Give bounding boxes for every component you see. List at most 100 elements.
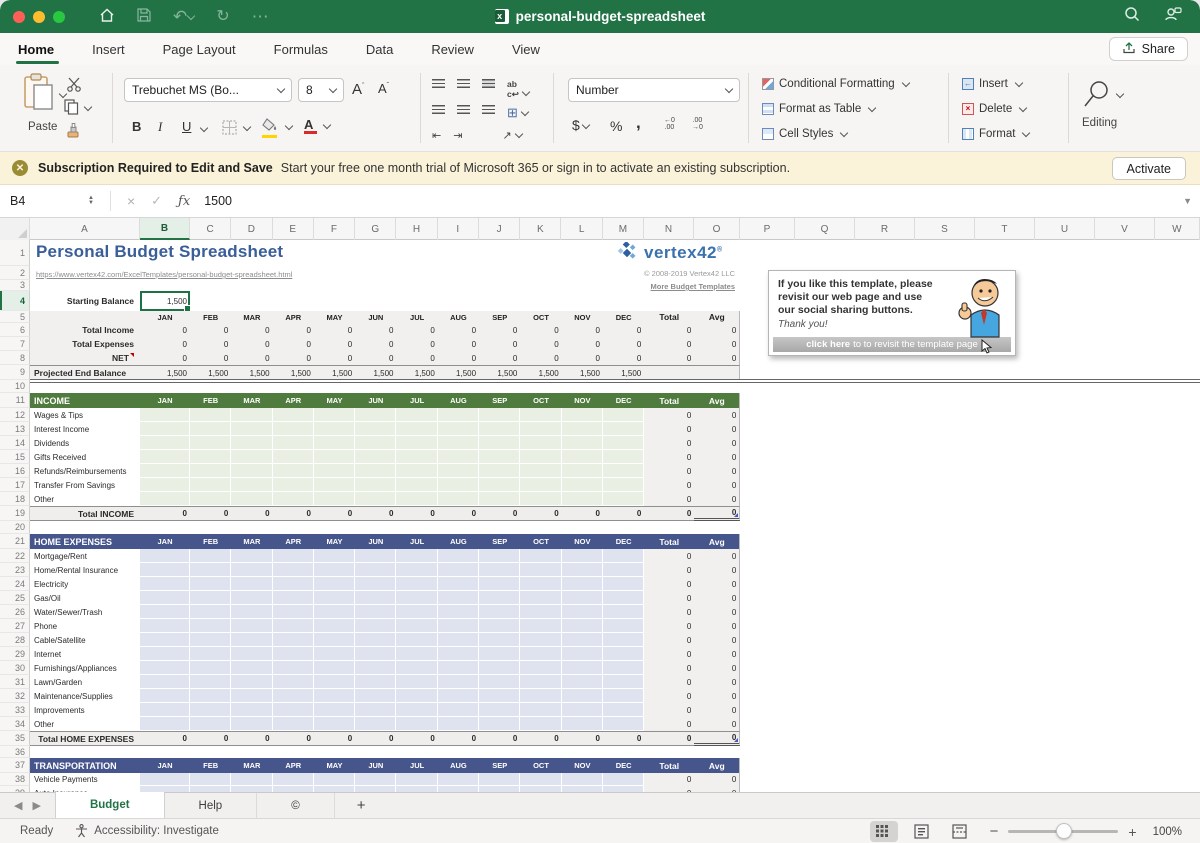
summary-cell[interactable]: 0 (562, 323, 603, 337)
item-cell[interactable] (140, 717, 190, 731)
item-avg[interactable]: 0 (694, 478, 740, 492)
item-avg[interactable]: 0 (694, 591, 740, 605)
row-header-3[interactable]: 3 (0, 280, 30, 291)
row-header-35[interactable]: 35 (0, 731, 30, 746)
item-cell[interactable] (396, 689, 437, 703)
projected-cell[interactable]: 1,500 (520, 365, 561, 380)
item-avg[interactable]: 0 (694, 717, 740, 731)
decrease-indent-icon[interactable]: ⇤ (432, 129, 441, 142)
cut-icon[interactable] (66, 77, 82, 97)
column-header-T[interactable]: T (975, 218, 1035, 240)
item-cell[interactable] (520, 717, 561, 731)
row-header-38[interactable]: 38 (0, 773, 30, 786)
column-header-B[interactable]: B (140, 218, 190, 240)
tab-insert[interactable]: Insert (73, 33, 144, 65)
item-total[interactable]: 0 (644, 703, 694, 717)
underline-button[interactable]: U (182, 119, 191, 134)
column-header-J[interactable]: J (479, 218, 520, 240)
summary-cell[interactable]: 0 (273, 323, 314, 337)
section-month-header[interactable]: DEC (603, 393, 644, 408)
item-label[interactable]: Phone (30, 619, 140, 633)
sheet-nav-left-icon[interactable]: ◀ (14, 799, 22, 812)
item-cell[interactable] (562, 492, 603, 506)
item-cell[interactable] (479, 464, 520, 478)
section-month-header[interactable]: MAY (314, 534, 355, 549)
month-header-jul[interactable]: JUL (396, 311, 437, 323)
section-month-header[interactable]: FEB (190, 758, 231, 773)
item-cell[interactable] (603, 605, 644, 619)
name-box-stepper[interactable]: ▲▼ (88, 196, 94, 206)
column-header-G[interactable]: G (355, 218, 396, 240)
item-cell[interactable] (273, 563, 314, 577)
insert-cells-button[interactable]: ← Insert (962, 78, 1022, 90)
row-header-37[interactable]: 37 (0, 758, 30, 773)
month-header-sep[interactable]: SEP (479, 311, 520, 323)
item-cell[interactable] (190, 633, 231, 647)
item-cell[interactable] (396, 717, 437, 731)
item-cell[interactable] (190, 591, 231, 605)
section-total-label[interactable]: Total INCOME (30, 506, 140, 521)
summary-cell[interactable]: 0 (562, 337, 603, 351)
close-window-button[interactable] (13, 11, 25, 23)
section-month-header[interactable]: MAY (314, 393, 355, 408)
decrease-font-size-button[interactable]: Aˇ (378, 81, 389, 96)
item-cell[interactable] (355, 619, 396, 633)
projected-cell[interactable]: 1,500 (273, 365, 314, 380)
column-header-K[interactable]: K (520, 218, 561, 240)
item-cell[interactable] (140, 647, 190, 661)
item-cell[interactable] (479, 675, 520, 689)
item-cell[interactable] (603, 577, 644, 591)
item-label[interactable]: Electricity (30, 577, 140, 591)
item-cell[interactable] (520, 492, 561, 506)
row-header-12[interactable]: 12 (0, 408, 30, 422)
item-cell[interactable] (140, 563, 190, 577)
item-cell[interactable] (603, 563, 644, 577)
item-avg[interactable]: 0 (694, 492, 740, 506)
item-total[interactable]: 0 (644, 577, 694, 591)
item-cell[interactable] (140, 661, 190, 675)
item-cell[interactable] (396, 605, 437, 619)
item-cell[interactable] (438, 661, 479, 675)
column-header-R[interactable]: R (855, 218, 915, 240)
item-cell[interactable] (438, 675, 479, 689)
item-cell[interactable] (396, 563, 437, 577)
item-cell[interactable] (355, 422, 396, 436)
item-cell[interactable] (603, 633, 644, 647)
item-cell[interactable] (562, 661, 603, 675)
summary-cell[interactable]: 0 (355, 337, 396, 351)
section-month-header[interactable]: MAR (231, 534, 272, 549)
item-cell[interactable] (520, 436, 561, 450)
section-month-header[interactable]: MAR (231, 393, 272, 408)
item-cell[interactable] (396, 591, 437, 605)
item-avg[interactable]: 0 (694, 549, 740, 563)
item-cell[interactable] (520, 450, 561, 464)
item-cell[interactable] (562, 773, 603, 786)
item-total[interactable]: 0 (644, 408, 694, 422)
item-cell[interactable] (479, 633, 520, 647)
row-header-7[interactable]: 7 (0, 337, 30, 351)
column-header-I[interactable]: I (438, 218, 479, 240)
item-cell[interactable] (355, 577, 396, 591)
item-cell[interactable] (479, 717, 520, 731)
item-cell[interactable] (314, 450, 355, 464)
month-header-mar[interactable]: MAR (231, 311, 272, 323)
zoom-out-button[interactable]: − (990, 823, 999, 840)
item-cell[interactable] (479, 422, 520, 436)
section-month-header[interactable]: APR (273, 758, 314, 773)
row-header-28[interactable]: 28 (0, 633, 30, 647)
tab-formulas[interactable]: Formulas (255, 33, 347, 65)
section-total-cell[interactable]: 0 (190, 731, 231, 746)
section-total-cell[interactable]: 0 (314, 506, 355, 521)
paste-button[interactable] (22, 73, 56, 118)
month-header-dec[interactable]: DEC (603, 311, 644, 323)
item-cell[interactable] (273, 450, 314, 464)
copy-icon[interactable] (64, 99, 79, 120)
summary-cell[interactable]: 0 (603, 351, 644, 365)
align-right-icon[interactable] (482, 105, 495, 114)
summary-cell[interactable]: 0 (520, 351, 561, 365)
month-header-feb[interactable]: FEB (190, 311, 231, 323)
item-cell[interactable] (438, 703, 479, 717)
item-cell[interactable] (603, 408, 644, 422)
item-cell[interactable] (231, 689, 272, 703)
item-cell[interactable] (396, 492, 437, 506)
